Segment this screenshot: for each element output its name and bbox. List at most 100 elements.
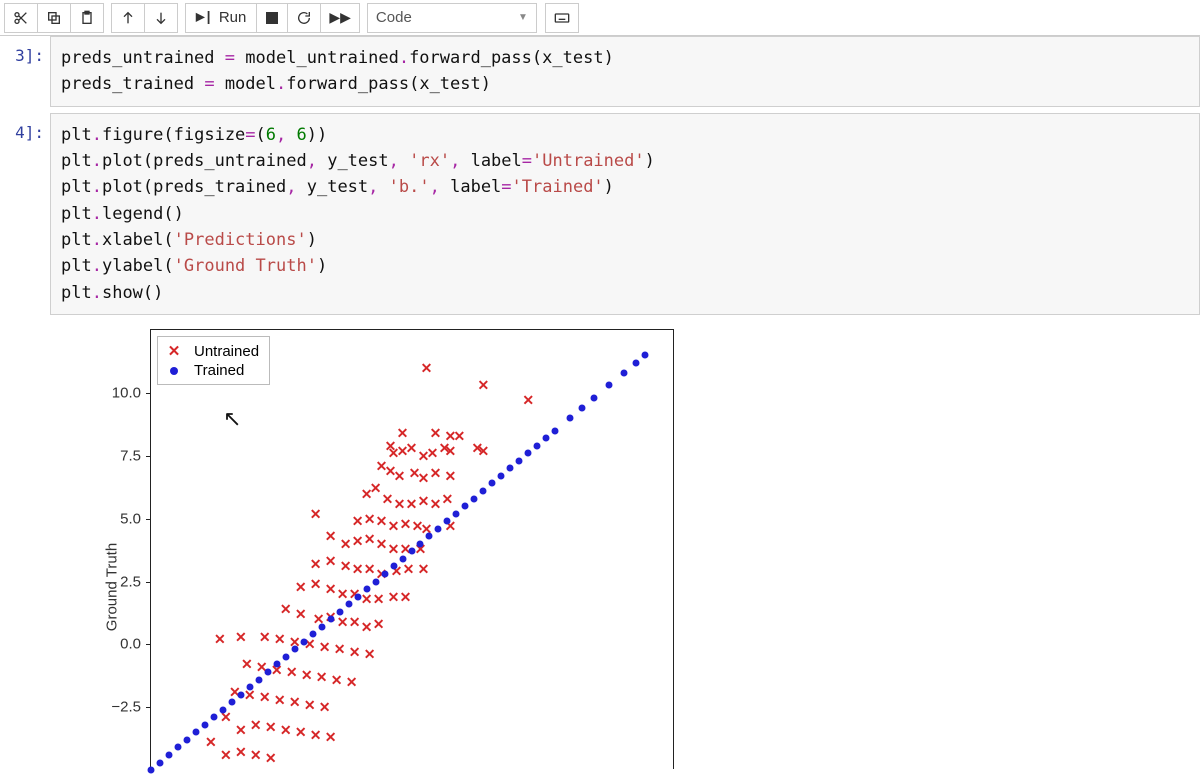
- chart-point-untrained: ✕: [352, 514, 364, 528]
- chart-point-trained: [291, 646, 298, 653]
- chart-point-trained: [237, 691, 244, 698]
- cell-type-value: Code: [376, 9, 412, 26]
- chart-point-untrained: ✕: [340, 537, 352, 551]
- chart-point-untrained: ✕: [310, 577, 322, 591]
- chart-point-untrained: ✕: [442, 492, 454, 506]
- legend-entry-untrained: ✕ Untrained: [166, 341, 259, 361]
- chart-point-untrained: ✕: [406, 441, 418, 455]
- chart-point-untrained: ✕: [403, 562, 415, 576]
- interrupt-button[interactable]: [256, 3, 288, 33]
- chart-point-untrained: ✕: [477, 444, 489, 458]
- paste-button[interactable]: [70, 3, 104, 33]
- chart-point-untrained: ✕: [316, 670, 328, 684]
- chart-ytick-label: −2.5: [111, 699, 141, 716]
- chart-point-trained: [417, 540, 424, 547]
- chart-point-trained: [354, 593, 361, 600]
- restart-button[interactable]: [287, 3, 321, 33]
- command-palette-button[interactable]: [545, 3, 579, 33]
- keyboard-icon: [554, 10, 570, 26]
- chart-point-trained: [327, 616, 334, 623]
- chart-point-trained: [192, 729, 199, 736]
- chart-point-trained: [489, 480, 496, 487]
- copy-icon: [46, 10, 62, 26]
- chart-point-trained: [591, 394, 598, 401]
- chart-point-untrained: ✕: [304, 698, 316, 712]
- chart-point-untrained: ✕: [376, 514, 388, 528]
- cut-button[interactable]: [4, 3, 38, 33]
- chart-point-untrained: ✕: [325, 529, 337, 543]
- run-step-icon: ▶|: [196, 9, 213, 26]
- chart-point-trained: [552, 427, 559, 434]
- chart-point-trained: [174, 744, 181, 751]
- chart-point-untrained: ✕: [310, 507, 322, 521]
- chart-point-untrained: ✕: [397, 426, 409, 440]
- chart-point-untrained: ✕: [394, 469, 406, 483]
- chart-point-untrained: ✕: [325, 730, 337, 744]
- chart-point-untrained: ✕: [286, 665, 298, 679]
- chart-point-untrained: ✕: [337, 587, 349, 601]
- legend-marker-dot-icon: [166, 367, 182, 375]
- chart-point-untrained: ✕: [418, 494, 430, 508]
- chart-point-trained: [336, 608, 343, 615]
- chart-point-untrained: ✕: [418, 471, 430, 485]
- chart-point-untrained: ✕: [382, 492, 394, 506]
- chart-point-untrained: ✕: [241, 657, 253, 671]
- chart-ytick-label: 2.5: [120, 573, 141, 590]
- chart-point-untrained: ✕: [418, 562, 430, 576]
- chart-point-untrained: ✕: [394, 497, 406, 511]
- chart-point-untrained: ✕: [265, 751, 277, 765]
- run-button[interactable]: ▶| Run: [185, 3, 257, 33]
- fast-forward-icon: ▶▶: [329, 9, 351, 26]
- chart-point-untrained: ✕: [373, 617, 385, 631]
- chart-point-trained: [228, 699, 235, 706]
- chart-point-untrained: ✕: [376, 537, 388, 551]
- chart-point-untrained: ✕: [352, 562, 364, 576]
- arrow-up-icon: [120, 10, 136, 26]
- chart-point-untrained: ✕: [361, 592, 373, 606]
- chart-point-untrained: ✕: [364, 647, 376, 661]
- chart-point-trained: [165, 752, 172, 759]
- chart-point-untrained: ✕: [445, 469, 457, 483]
- chart-point-untrained: ✕: [388, 590, 400, 604]
- cell-type-select[interactable]: Code ▼: [367, 3, 537, 33]
- chart-point-untrained: ✕: [265, 720, 277, 734]
- chart-point-trained: [390, 563, 397, 570]
- chart-point-untrained: ✕: [430, 426, 442, 440]
- chart-point-trained: [621, 369, 628, 376]
- chart-point-untrained: ✕: [301, 668, 313, 682]
- chart-point-trained: [579, 405, 586, 412]
- restart-run-all-button[interactable]: ▶▶: [320, 3, 360, 33]
- chart-point-trained: [372, 578, 379, 585]
- chart-point-untrained: ✕: [205, 735, 217, 749]
- chart-point-trained: [201, 721, 208, 728]
- code-input[interactable]: plt.figure(figsize=(6, 6)) plt.plot(pred…: [50, 113, 1200, 315]
- chart-point-untrained: ✕: [454, 429, 466, 443]
- legend-marker-x-icon: ✕: [166, 342, 182, 360]
- stop-icon: [266, 12, 278, 24]
- chart-point-untrained: ✕: [337, 615, 349, 629]
- chart-point-untrained: ✕: [400, 590, 412, 604]
- code-input[interactable]: preds_untrained = model_untrained.forwar…: [50, 36, 1200, 107]
- clipboard-icon: [79, 10, 95, 26]
- chart-point-trained: [246, 684, 253, 691]
- chart-point-trained: [148, 767, 155, 774]
- chart-point-untrained: ✕: [235, 745, 247, 759]
- chart-point-untrained: ✕: [214, 632, 226, 646]
- chart-point-trained: [282, 653, 289, 660]
- copy-button[interactable]: [37, 3, 71, 33]
- chart-point-untrained: ✕: [388, 542, 400, 556]
- chart-point-untrained: ✕: [235, 630, 247, 644]
- chart-point-untrained: ✕: [352, 534, 364, 548]
- chart-point-untrained: ✕: [259, 630, 271, 644]
- move-down-button[interactable]: [144, 3, 178, 33]
- chevron-down-icon: ▼: [518, 12, 528, 23]
- chart-point-trained: [516, 457, 523, 464]
- cell-prompt: 3]:: [0, 36, 50, 65]
- cell-prompt: 4]:: [0, 113, 50, 142]
- chart-point-untrained: ✕: [274, 632, 286, 646]
- chart-point-untrained: ✕: [259, 690, 271, 704]
- chart-point-trained: [300, 638, 307, 645]
- move-up-button[interactable]: [111, 3, 145, 33]
- chart-point-untrained: ✕: [430, 466, 442, 480]
- legend-label: Trained: [194, 362, 244, 379]
